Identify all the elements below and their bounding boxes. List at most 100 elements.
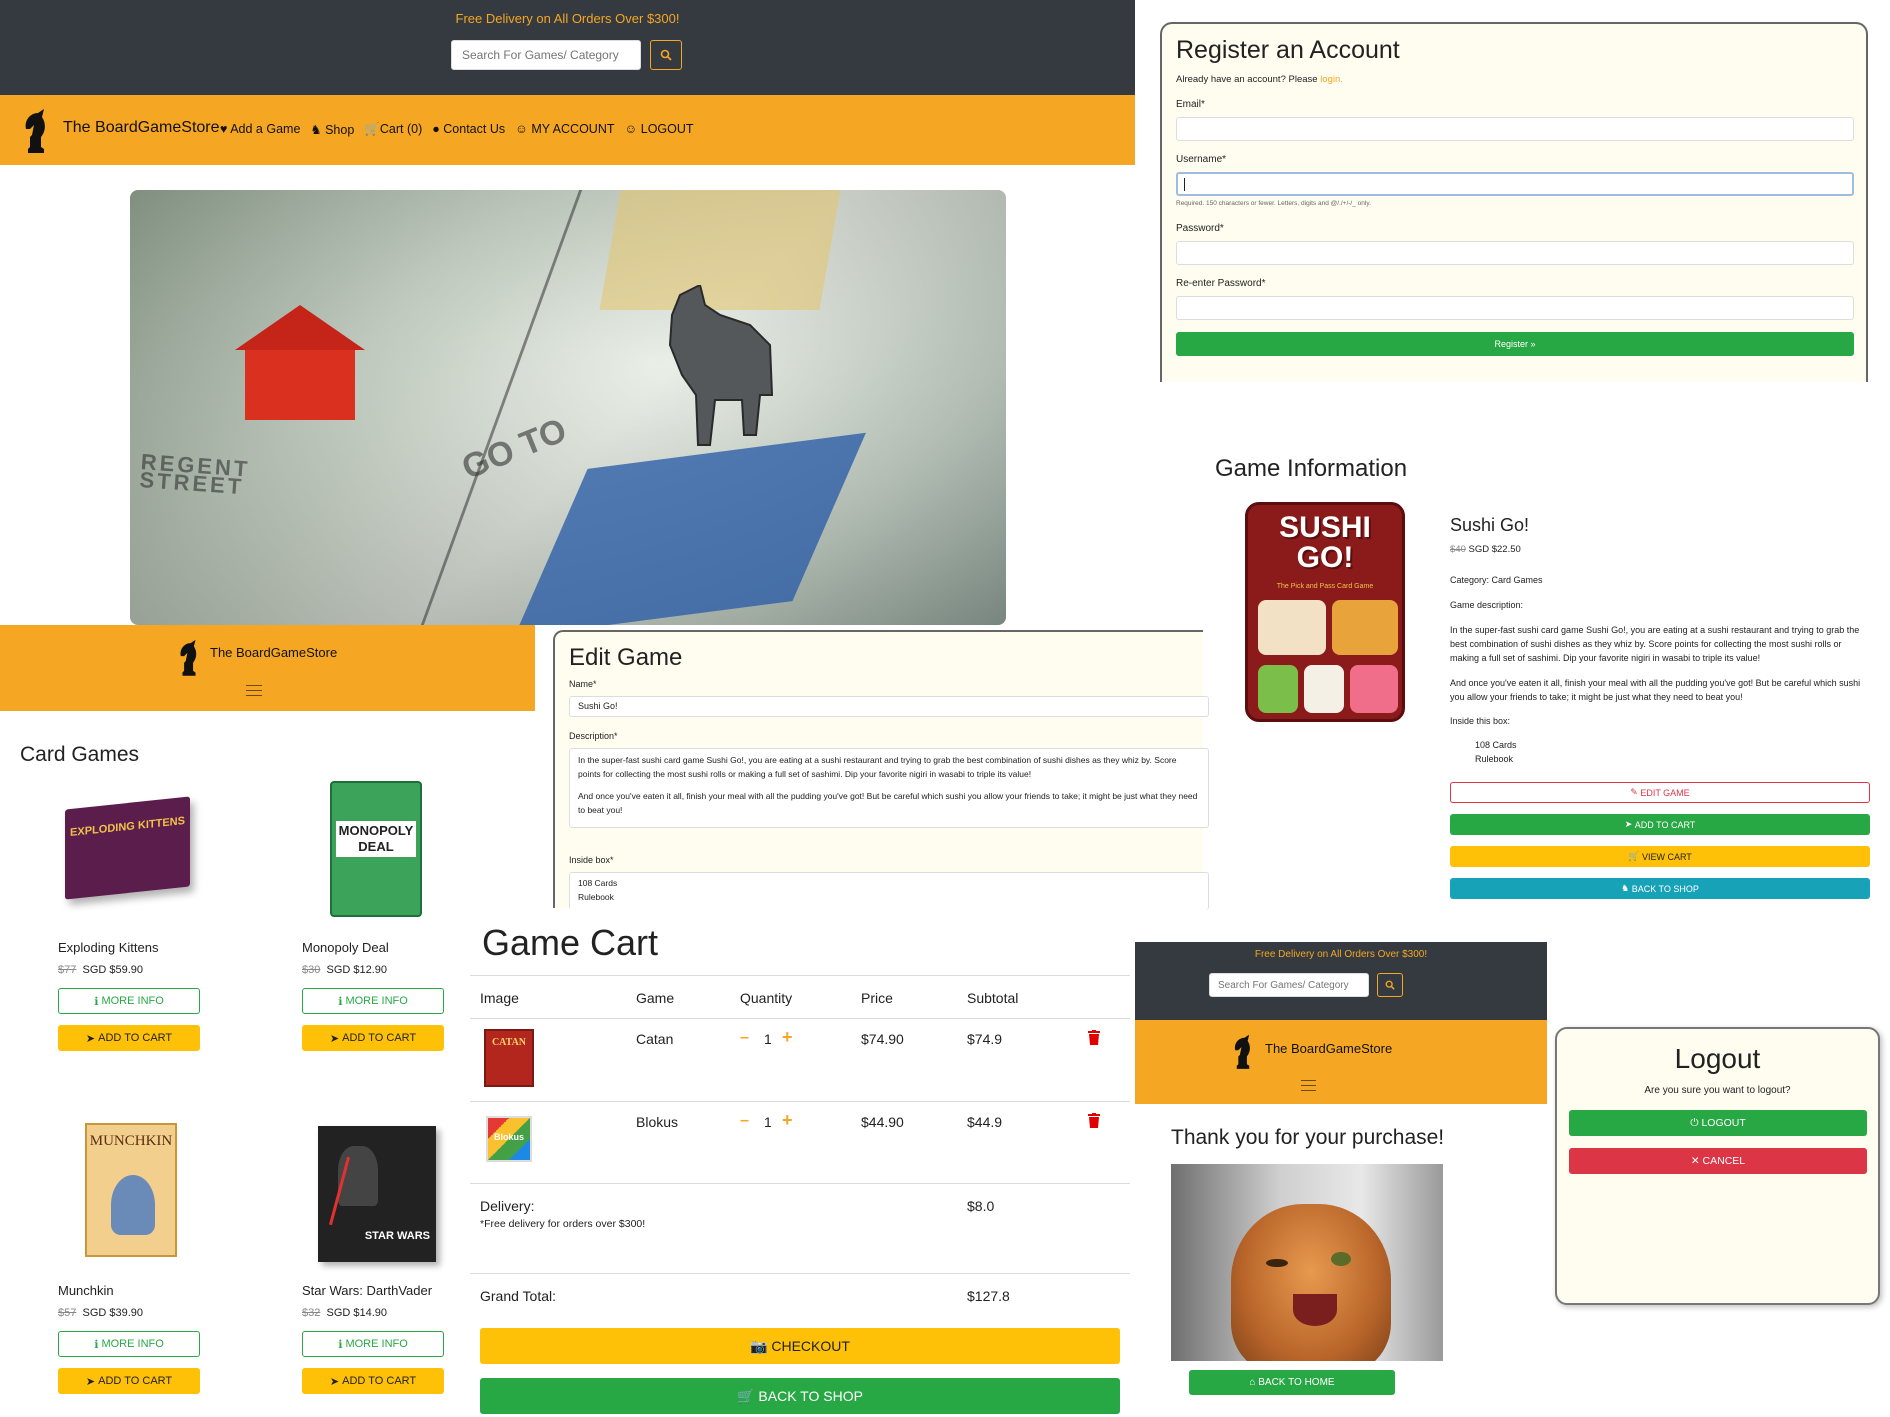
cart-price: $44.90 <box>861 1114 904 1130</box>
search-button[interactable] <box>650 40 682 70</box>
description-text: And once you've eaten it all, finish you… <box>578 791 1198 815</box>
product-image: STAR WARS <box>318 1126 436 1262</box>
nav-my-account[interactable]: ☺ MY ACCOUNT <box>515 122 614 137</box>
add-to-cart-button[interactable]: ➤ ADD TO CART <box>1450 814 1870 835</box>
repassword-label: Re-enter Password* <box>1176 278 1266 289</box>
nav-contact[interactable]: ● Contact Us <box>432 122 505 137</box>
sushi-go-box: SUSHI GO! The Pick and Pass Card Game <box>1245 502 1405 722</box>
name-label: Name* <box>569 679 597 689</box>
nav-add-game[interactable]: ♥ Add a Game <box>220 122 300 137</box>
product-image: Blokus <box>486 1116 532 1162</box>
nav-shop[interactable]: ♞ Shop <box>310 122 354 137</box>
password-field[interactable] <box>1176 241 1854 265</box>
inside-box-field[interactable]: 108 Cards Rulebook <box>569 872 1209 910</box>
more-info-label: MORE INFO <box>101 1338 164 1350</box>
thankyou-panel: Thank you for your purchase! ⌂ BACK TO H… <box>1135 1104 1547 1417</box>
hamburger-icon[interactable] <box>246 685 262 696</box>
search-input[interactable] <box>1209 973 1369 997</box>
nav-shop-label: Shop <box>325 123 355 137</box>
edit-game-button[interactable]: ✎ EDIT GAME <box>1450 782 1870 803</box>
register-panel: Register an Account Already have an acco… <box>1160 22 1868 382</box>
cart-game-name: Blokus <box>636 1114 679 1130</box>
cart-title: Game Cart <box>482 922 659 963</box>
username-label: Username* <box>1176 154 1227 165</box>
back-to-shop-button[interactable]: ♞ BACK TO SHOP <box>1450 878 1870 899</box>
add-to-cart-button[interactable]: ➤ ADD TO CART <box>302 1368 444 1394</box>
add-to-cart-button[interactable]: ➤ ADD TO CART <box>58 1025 200 1051</box>
name-field[interactable]: Sushi Go! <box>569 696 1209 717</box>
cart-row: Blokus Blokus – 1 + $44.90 $44.9 <box>470 1102 1130 1184</box>
decrement-button[interactable]: – <box>740 1029 749 1047</box>
product-price: $30 SGD $12.90 <box>302 964 387 976</box>
old-price: $30 <box>302 964 321 976</box>
search-button[interactable] <box>1377 973 1403 997</box>
username-field[interactable] <box>1176 172 1854 196</box>
back-to-home-button[interactable]: ⌂ BACK TO HOME <box>1189 1370 1395 1395</box>
trash-icon[interactable] <box>1088 1113 1100 1128</box>
current-price: SGD $14.90 <box>326 1307 388 1319</box>
trash-icon[interactable] <box>1088 1030 1100 1045</box>
back-to-home-label: BACK TO HOME <box>1258 1377 1335 1388</box>
cart-row: CATAN Catan – 1 + $74.90 $74.9 <box>470 1019 1130 1102</box>
current-price: SGD $22.50 <box>1468 544 1521 555</box>
logout-title: Logout <box>1674 1043 1761 1074</box>
product-price: $77 SGD $59.90 <box>58 964 143 976</box>
description-field[interactable]: In the super-fast sushi card game Sushi … <box>569 748 1209 828</box>
old-price: $77 <box>58 964 77 976</box>
cart-subtotal: $44.9 <box>967 1114 1003 1130</box>
current-price: SGD $12.90 <box>326 964 388 976</box>
current-price: SGD $59.90 <box>82 964 144 976</box>
inside-item: 108 Cards <box>578 878 618 888</box>
register-button[interactable]: Register » <box>1176 332 1854 356</box>
nav-cart[interactable]: 🛒Cart (0) <box>364 122 422 137</box>
hamburger-icon[interactable] <box>1301 1080 1316 1091</box>
cart-game-name: Catan <box>636 1031 674 1047</box>
product-box-text: MONOPOLY DEAL <box>336 821 416 857</box>
product-box-text: MUNCHKIN <box>89 1133 173 1149</box>
navbar-brand[interactable]: The BoardGameStore <box>63 119 220 137</box>
add-to-cart-label: ADD TO CART <box>342 1032 417 1044</box>
checkout-button[interactable]: 📷 CHECKOUT <box>480 1328 1120 1364</box>
more-info-button[interactable]: ℹ MORE INFO <box>302 988 444 1014</box>
mobile-brand[interactable]: The BoardGameStore <box>210 645 337 660</box>
logout-question: Are you sure you want to logout? <box>1644 1085 1791 1096</box>
product-box-text: CATAN <box>491 1037 527 1048</box>
increment-button[interactable]: + <box>782 1110 793 1131</box>
repassword-field[interactable] <box>1176 296 1854 320</box>
product-price: $32 SGD $14.90 <box>302 1307 387 1319</box>
search-icon <box>660 49 672 61</box>
email-field[interactable] <box>1176 117 1854 141</box>
add-to-cart-button[interactable]: ➤ ADD TO CART <box>58 1368 200 1394</box>
thankyou-brand[interactable]: The BoardGameStore <box>1265 1041 1392 1056</box>
thankyou-message: Thank you for your purchase! <box>1171 1126 1445 1149</box>
search-icon <box>1385 980 1395 990</box>
product-name: Monopoly Deal <box>302 940 389 955</box>
game-info-desc-label: Game description: <box>1450 600 1524 610</box>
product-image: MONOPOLY DEAL <box>330 781 422 917</box>
sushi-box-subtitle: The Pick and Pass Card Game <box>1276 583 1374 590</box>
delivery-value: $8.0 <box>967 1198 995 1214</box>
description-label: Description* <box>569 731 618 741</box>
cancel-button[interactable]: ✕ CANCEL <box>1569 1148 1867 1174</box>
knight-logo-icon <box>180 639 197 676</box>
decrement-button[interactable]: – <box>740 1112 749 1130</box>
view-cart-button[interactable]: 🛒 VIEW CART <box>1450 846 1870 867</box>
add-to-cart-button[interactable]: ➤ ADD TO CART <box>302 1025 444 1051</box>
game-info-category: Category: Card Games <box>1450 575 1543 585</box>
more-info-button[interactable]: ℹ MORE INFO <box>58 988 200 1014</box>
more-info-button[interactable]: ℹ MORE INFO <box>58 1331 200 1357</box>
inside-item: 108 Cards <box>1475 740 1517 750</box>
game-info-desc-p1: In the super-fast sushi card game Sushi … <box>1450 625 1860 663</box>
more-info-button[interactable]: ℹ MORE INFO <box>302 1331 444 1357</box>
product-name: Star Wars: DarthVader <box>302 1283 433 1298</box>
add-to-cart-label: ADD TO CART <box>98 1375 173 1387</box>
increment-button[interactable]: + <box>782 1027 793 1048</box>
back-to-shop-button[interactable]: 🛒 BACK TO SHOP <box>480 1378 1120 1414</box>
old-price: $40 <box>1450 544 1466 555</box>
nav-logout[interactable]: ☺ LOGOUT <box>625 122 694 137</box>
search-input[interactable] <box>451 40 641 70</box>
add-to-cart-label: ADD TO CART <box>342 1375 417 1387</box>
login-link[interactable]: login. <box>1320 74 1343 85</box>
cart-qty: 1 <box>764 1031 772 1047</box>
logout-confirm-button[interactable]: ⏻ LOGOUT <box>1569 1110 1867 1136</box>
